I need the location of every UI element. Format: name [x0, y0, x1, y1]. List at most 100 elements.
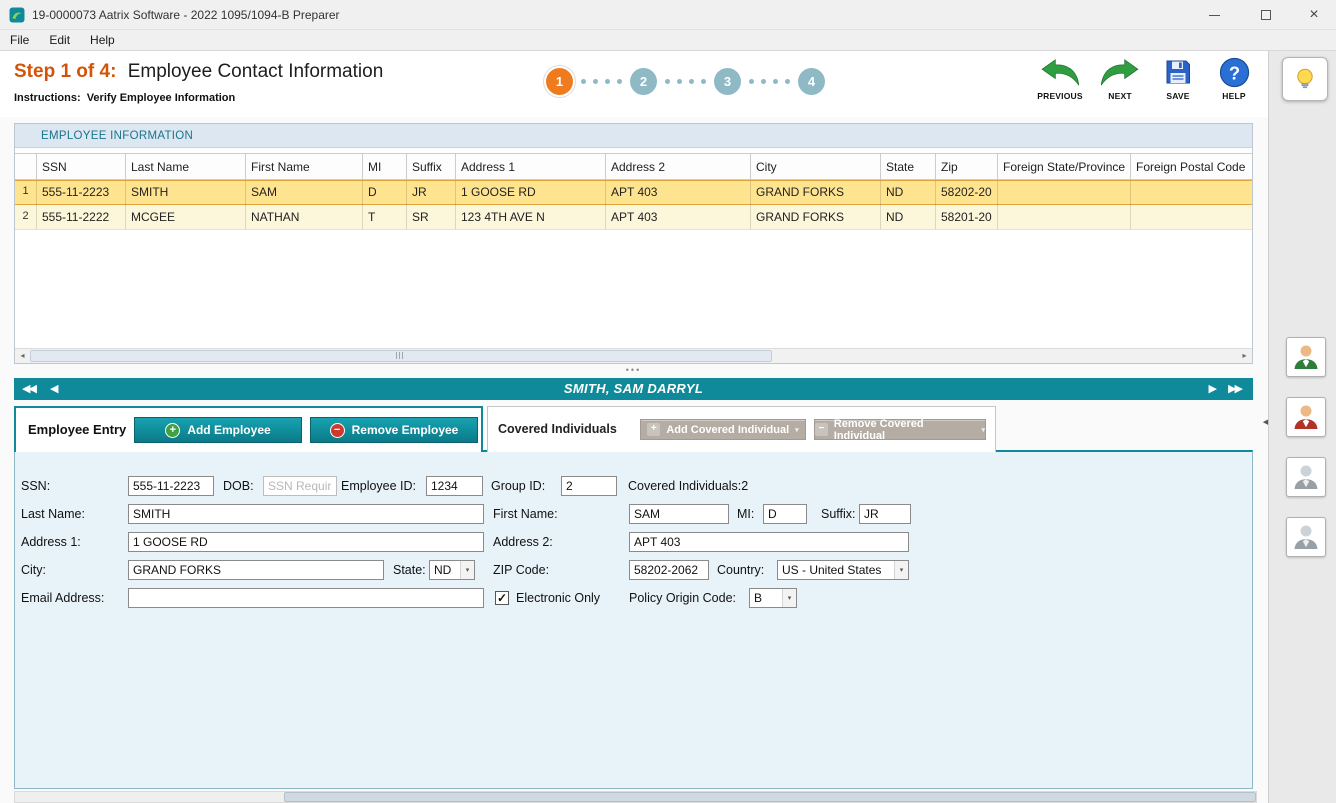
next-button[interactable]: NEXT [1092, 55, 1148, 101]
employee-id-label: Employee ID: [341, 476, 416, 496]
column-header-address1[interactable]: Address 1 [456, 154, 606, 179]
remove-covered-individual-button[interactable]: − Remove Covered Individual ▾ [814, 419, 986, 440]
page-title: Employee Contact Information [128, 61, 384, 82]
minimize-button[interactable] [1192, 0, 1236, 30]
previous-arrow-icon [1032, 55, 1088, 89]
plus-icon: + [647, 423, 660, 436]
cell-foreign-postal [1131, 205, 1252, 229]
column-header-first-name[interactable]: First Name [246, 154, 363, 179]
cell-state: ND [881, 180, 936, 205]
add-covered-individual-button[interactable]: + Add Covered Individual ▾ [640, 419, 806, 440]
grid-row-selected[interactable]: 1 555-11-2223 SMITH SAM D JR 1 GOOSE RD … [15, 180, 1252, 205]
suffix-input[interactable] [859, 504, 911, 524]
window-titlebar: 19-0000073 Aatrix Software - 2022 1095/1… [0, 0, 1336, 30]
employee-avatar-button-3[interactable] [1286, 457, 1326, 497]
step-label: Step 1 of 4: [14, 61, 116, 82]
save-button[interactable]: SAVE [1150, 55, 1206, 101]
previous-record-button[interactable]: ◀ [50, 378, 58, 400]
employee-grid: EMPLOYEE INFORMATION SSN Last Name First… [14, 123, 1253, 364]
column-header-foreign-state[interactable]: Foreign State/Province [998, 154, 1131, 179]
menu-help[interactable]: Help [90, 33, 115, 47]
city-input[interactable] [128, 560, 384, 580]
last-record-button[interactable]: ▶▶ [1228, 378, 1241, 400]
step-circle-4: 4 [798, 68, 825, 95]
dob-label: DOB: [223, 476, 254, 496]
previous-label: PREVIOUS [1032, 91, 1088, 101]
column-header-suffix[interactable]: Suffix [407, 154, 456, 179]
help-button[interactable]: ? HELP [1206, 55, 1262, 101]
remove-covered-label: Remove Covered Individual [834, 418, 976, 442]
group-id-input[interactable] [561, 476, 617, 496]
maximize-icon [1261, 10, 1271, 20]
dob-input[interactable] [263, 476, 337, 496]
grid-row[interactable]: 2 555-11-2222 MCGEE NATHAN T SR 123 4TH … [15, 205, 1252, 230]
instructions-label: Instructions: [14, 92, 81, 104]
remove-employee-button[interactable]: − Remove Employee [310, 417, 478, 443]
cell-first-name: SAM [246, 180, 363, 205]
first-name-input[interactable] [629, 504, 729, 524]
scroll-thumb[interactable] [30, 350, 772, 362]
step-circle-1: 1 [546, 68, 573, 95]
add-employee-button[interactable]: + Add Employee [134, 417, 302, 443]
tab-covered-individuals-label[interactable]: Covered Individuals [498, 422, 617, 436]
question-mark-icon: ? [1206, 55, 1262, 89]
cell-foreign-postal [1131, 180, 1252, 205]
scroll-grip-icon[interactable] [396, 352, 403, 359]
column-header-foreign-postal[interactable]: Foreign Postal Code [1131, 154, 1252, 179]
step-dots [749, 79, 790, 84]
previous-button[interactable]: PREVIOUS [1032, 55, 1088, 101]
column-header-last-name[interactable]: Last Name [126, 154, 246, 179]
mi-input[interactable] [763, 504, 807, 524]
tab-covered-individuals[interactable]: Covered Individuals + Add Covered Indivi… [487, 406, 996, 452]
zip-input[interactable] [629, 560, 709, 580]
email-input[interactable] [128, 588, 484, 608]
close-button[interactable]: × [1292, 0, 1336, 30]
column-header-zip[interactable]: Zip [936, 154, 998, 179]
address2-input[interactable] [629, 532, 909, 552]
column-header-city[interactable]: City [751, 154, 881, 179]
employee-entry-form: SSN: DOB: Employee ID: Group ID: Covered… [14, 450, 1253, 789]
grid-horizontal-scrollbar[interactable]: ◂ ▸ [15, 348, 1252, 363]
step-dot [677, 79, 682, 84]
first-record-button[interactable]: ◀◀ [22, 378, 35, 400]
cell-zip: 58201-20 [936, 205, 998, 229]
employee-id-input[interactable] [426, 476, 483, 496]
menu-file[interactable]: File [10, 33, 29, 47]
country-select[interactable]: US - United States ▾ [777, 560, 909, 580]
address1-input[interactable] [128, 532, 484, 552]
last-name-input[interactable] [128, 504, 484, 524]
bottom-horizontal-scrollbar[interactable] [14, 791, 1257, 803]
tab-employee-entry[interactable]: Employee Entry + Add Employee − Remove E… [14, 406, 483, 452]
chevron-down-icon: ▾ [981, 426, 985, 434]
bottom-scroll-thumb[interactable] [284, 792, 1256, 802]
scroll-right-button[interactable]: ▸ [1237, 349, 1252, 363]
employee-avatar-button-1[interactable] [1286, 337, 1326, 377]
splitter-handle[interactable]: ••• [14, 366, 1253, 376]
ssn-input[interactable] [128, 476, 214, 496]
collapse-sidebar-icon[interactable]: ◀ [1261, 411, 1270, 435]
electronic-only-label: Electronic Only [516, 588, 600, 608]
employee-avatar-button-4[interactable] [1286, 517, 1326, 557]
column-header-address2[interactable]: Address 2 [606, 154, 751, 179]
scroll-left-button[interactable]: ◂ [15, 349, 30, 363]
step-dot [773, 79, 778, 84]
step-indicator: 1 2 3 4 [546, 68, 825, 95]
grid-corner-cell [15, 154, 37, 179]
hint-button[interactable] [1282, 57, 1328, 101]
column-header-ssn[interactable]: SSN [37, 154, 126, 179]
employee-avatar-button-2[interactable] [1286, 397, 1326, 437]
step-circle-2: 2 [630, 68, 657, 95]
electronic-only-checkbox[interactable]: ✓ [495, 591, 509, 605]
next-record-button[interactable]: ▶ [1209, 378, 1217, 400]
cell-mi: D [363, 180, 407, 205]
column-header-state[interactable]: State [881, 154, 936, 179]
maximize-button[interactable] [1244, 0, 1288, 30]
menu-edit[interactable]: Edit [49, 33, 70, 47]
column-header-mi[interactable]: MI [363, 154, 407, 179]
remove-employee-label: Remove Employee [352, 423, 459, 437]
cell-first-name: NATHAN [246, 205, 363, 229]
person-red-icon [1291, 402, 1321, 432]
suffix-label: Suffix: [821, 504, 856, 524]
policy-origin-select[interactable]: B ▾ [749, 588, 797, 608]
state-select[interactable]: ND ▾ [429, 560, 475, 580]
